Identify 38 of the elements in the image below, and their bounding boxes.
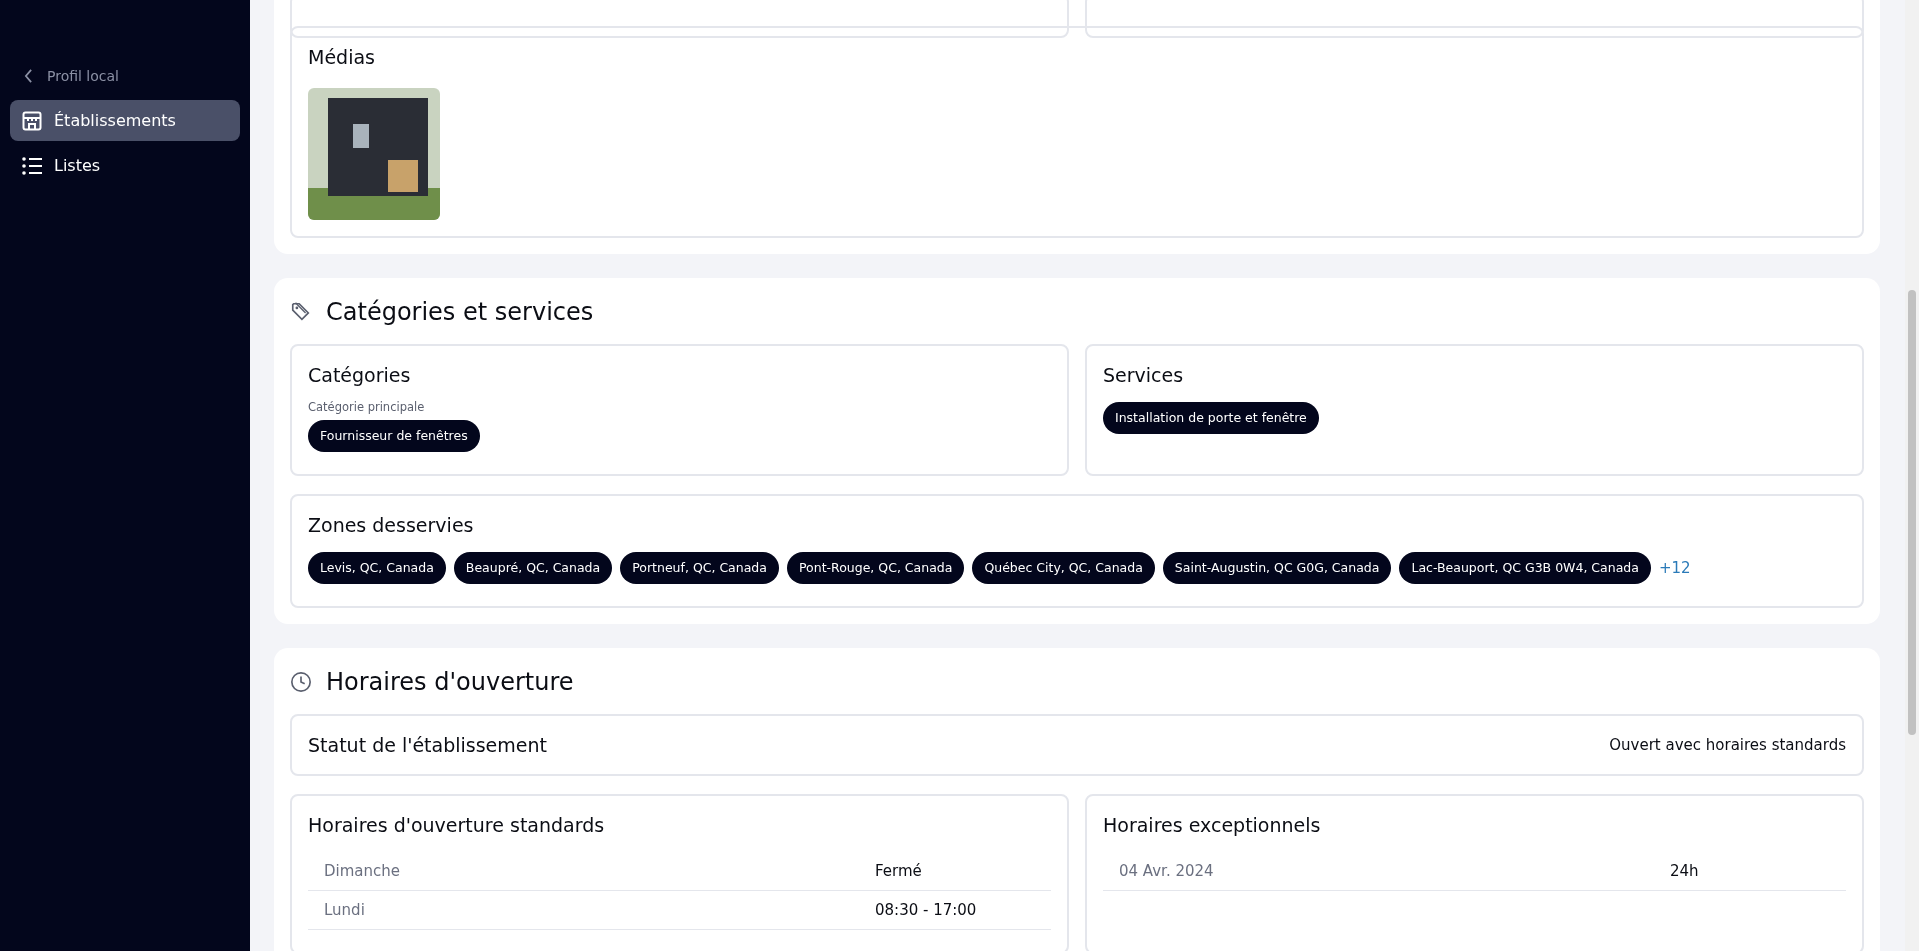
- zone-tag: Québec City, QC, Canada: [972, 552, 1155, 584]
- tag-icon: [290, 301, 312, 323]
- nav-item[interactable]: Listes: [10, 145, 240, 186]
- zone-tag: Portneuf, QC, Canada: [620, 552, 779, 584]
- card-title: Horaires d'ouverture standards: [308, 814, 606, 836]
- zone-tag: Pont-Rouge, QC, Canada: [786, 552, 965, 584]
- day-label: Lundi: [324, 901, 366, 919]
- chevron-left-icon: [24, 69, 33, 83]
- back-link[interactable]: Profil local: [10, 68, 240, 100]
- card-title: Statut de l'établissement: [308, 734, 547, 756]
- service-tag: Installation de porte et fenêtre: [1103, 402, 1319, 434]
- zone-tag: Saint-Augustin, QC G0G, Canada: [1162, 552, 1392, 584]
- card-title: Catégories: [308, 364, 412, 386]
- more-link[interactable]: +12: [1658, 559, 1691, 577]
- store-icon: [22, 110, 42, 131]
- zone-tag: Lac-Beauport, QC G3B 0W4, Canada: [1399, 552, 1651, 584]
- scrollbar-thumb[interactable]: [1908, 290, 1916, 735]
- date-label: 04 Avr. 2024: [1119, 862, 1215, 880]
- hours-value: 08:30 - 17:00: [875, 901, 978, 919]
- card-title: Zones desservies: [308, 514, 475, 536]
- scrollbar[interactable]: [1905, 0, 1919, 951]
- hours-value: 24h: [1670, 862, 1700, 880]
- card-title: Services: [1103, 364, 1185, 386]
- list-icon: [22, 156, 42, 175]
- house-photo-placeholder[interactable]: [308, 88, 440, 220]
- day-label: Dimanche: [324, 862, 401, 880]
- clock-icon: [290, 671, 312, 693]
- nav-item[interactable]: Établissements: [10, 100, 240, 141]
- zone-tag: Beaupré, QC, Canada: [453, 552, 613, 584]
- section-title: Catégories et services: [326, 298, 594, 326]
- hours-value: Fermé: [875, 862, 923, 880]
- card-title: Médias: [308, 46, 376, 68]
- field-label: Catégorie principale: [308, 400, 426, 414]
- status-value: Ouvert avec horaires standards: [1609, 736, 1846, 754]
- zone-tag: Levis, QC, Canada: [308, 552, 446, 584]
- section-title: Horaires d'ouverture: [326, 668, 574, 696]
- card-title: Horaires exceptionnels: [1103, 814, 1322, 836]
- category-tag: Fournisseur de fenêtres: [308, 420, 480, 452]
